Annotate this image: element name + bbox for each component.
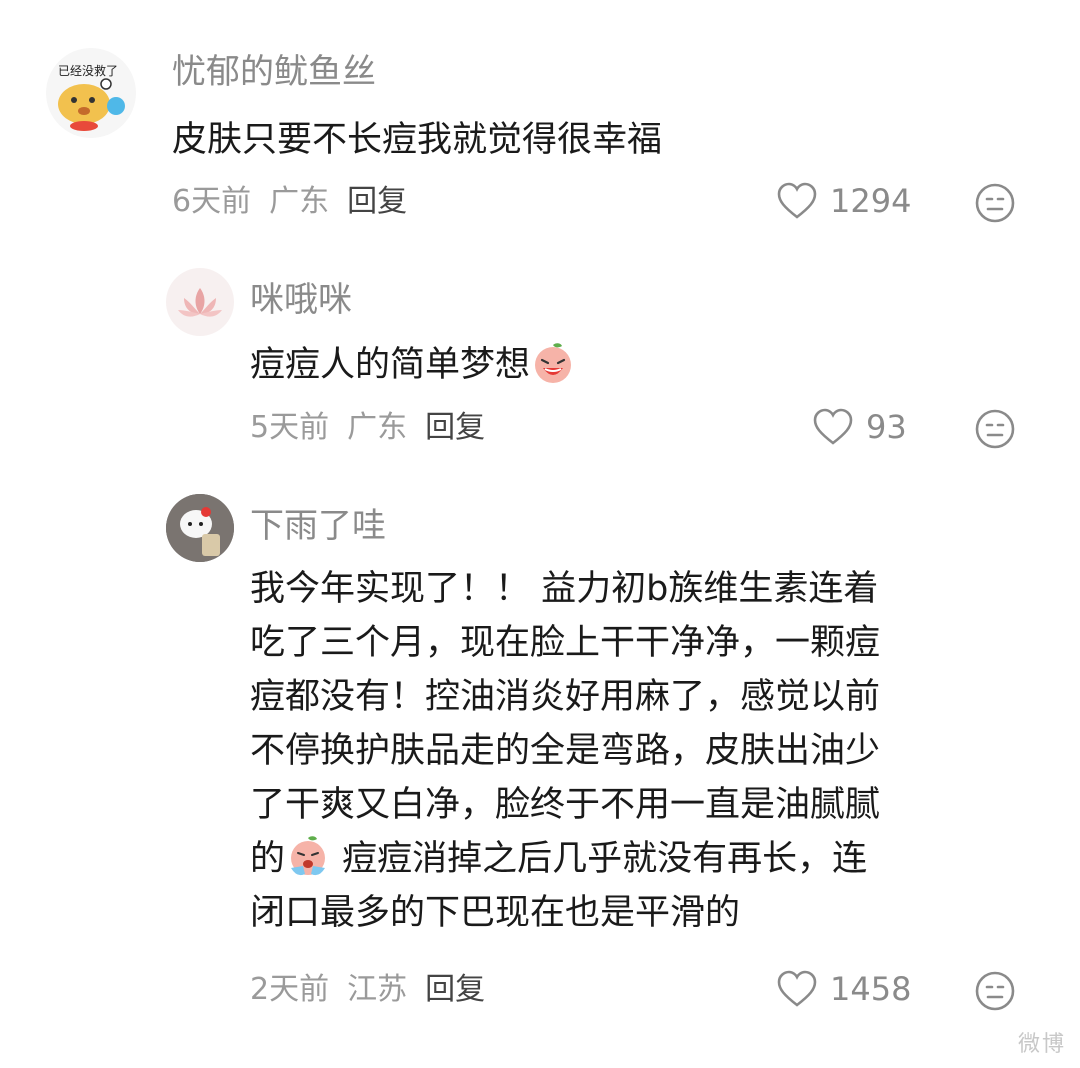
like-count: 93 bbox=[866, 408, 907, 446]
avatar[interactable]: 已经没救了 bbox=[46, 48, 136, 138]
avatar[interactable] bbox=[166, 268, 234, 336]
crying-peach-emoji bbox=[291, 836, 326, 876]
comment-time: 2天前 bbox=[250, 972, 330, 1007]
heart-outline-icon bbox=[777, 182, 817, 219]
avatar[interactable] bbox=[166, 494, 234, 562]
like-button[interactable]: 1458 bbox=[776, 970, 911, 1008]
heart-outline-icon bbox=[813, 408, 853, 445]
text-line: 我今年实现了！！ 益力初b族维生素连着 bbox=[250, 569, 879, 609]
text-line: 的 痘痘消掉之后几乎就没有再长，连 bbox=[250, 832, 1030, 886]
text-line: 不停换护肤品走的全是弯路，皮肤出油少 bbox=[250, 731, 881, 771]
username[interactable]: 忧郁的鱿鱼丝 bbox=[172, 52, 376, 92]
like-button[interactable]: 1294 bbox=[776, 182, 911, 220]
comment-text: 痘痘人的简单梦想 bbox=[250, 338, 576, 392]
username[interactable]: 咪哦咪 bbox=[250, 280, 352, 320]
comment-meta: 2天前 江苏 回复 bbox=[250, 972, 503, 1008]
comment-location: 江苏 bbox=[347, 972, 408, 1007]
meh-face-icon[interactable] bbox=[974, 182, 1016, 224]
reply-button[interactable]: 回复 bbox=[425, 410, 485, 445]
like-button[interactable]: 93 bbox=[812, 408, 907, 446]
username[interactable]: 下雨了哇 bbox=[250, 506, 386, 546]
like-count: 1458 bbox=[830, 970, 912, 1008]
comment-text: 我今年实现了！！ 益力初b族维生素连着 吃了三个月，现在脸上干干净净，一颗痘 痘… bbox=[250, 562, 1030, 940]
avatar-caption: 已经没救了 bbox=[58, 64, 119, 78]
comment-meta: 6天前 广东 回复 bbox=[172, 184, 425, 220]
text-line: 了干爽又白净，脸终于不用一直是油腻腻 bbox=[250, 785, 881, 825]
avatar-lotus-icon bbox=[178, 288, 222, 317]
meh-face-icon[interactable] bbox=[974, 970, 1016, 1012]
text-line: 吃了三个月，现在脸上干干净净，一颗痘 bbox=[250, 623, 881, 663]
text-fragment: 痘痘消掉之后几乎就没有再长，连 bbox=[331, 839, 868, 879]
comment-text: 皮肤只要不长痘我就觉得很幸福 bbox=[172, 120, 663, 160]
watermark: 微博 bbox=[1017, 1032, 1066, 1057]
comment-location: 广东 bbox=[347, 410, 408, 445]
text-fragment: 的 bbox=[250, 839, 286, 879]
text-line: 闭口最多的下巴现在也是平滑的 bbox=[250, 893, 741, 933]
like-count: 1294 bbox=[830, 182, 912, 220]
heart-outline-icon bbox=[777, 970, 817, 1007]
text-line: 痘都没有！控油消炎好用麻了，感觉以前 bbox=[250, 677, 881, 717]
reply-button[interactable]: 回复 bbox=[347, 184, 407, 219]
laughing-peach-emoji bbox=[535, 343, 572, 383]
meh-face-icon[interactable] bbox=[974, 408, 1016, 450]
comment-meta: 5天前 广东 回复 bbox=[250, 410, 503, 446]
comment-text-content: 痘痘人的简单梦想 bbox=[250, 345, 531, 385]
comment-time: 5天前 bbox=[250, 410, 330, 445]
comment-location: 广东 bbox=[269, 184, 330, 219]
reply-button[interactable]: 回复 bbox=[425, 972, 485, 1007]
avatar-photo-icon bbox=[166, 494, 234, 562]
comment-time: 6天前 bbox=[172, 184, 252, 219]
